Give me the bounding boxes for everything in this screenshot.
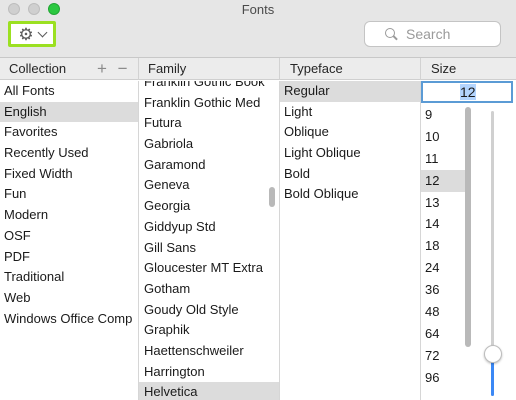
size-option[interactable]: 11 [421,148,471,170]
window-title: Fonts [241,2,275,17]
typeface-item[interactable]: Light [280,102,420,123]
collection-item[interactable]: OSF [0,226,138,247]
title-bar: Fonts ⚙ Search [0,0,516,58]
collection-item[interactable]: Traditional [0,267,138,288]
family-list[interactable]: Franklin Gothic Book Franklin Gothic Med F… [139,81,280,400]
family-item[interactable]: Gill Sans [139,238,279,259]
family-header: Family [139,58,280,80]
size-option[interactable]: 64 [421,323,471,345]
add-remove-collection-buttons[interactable]: + − [97,58,131,80]
collection-item[interactable]: Web [0,288,138,309]
size-header: Size [431,61,457,76]
collection-header: Collection + − [0,58,139,80]
typeface-item[interactable]: Regular [280,81,420,102]
family-item[interactable]: Gabriola [139,134,279,155]
size-input[interactable]: 12 [421,81,513,103]
chevron-down-icon [37,27,48,37]
size-option[interactable]: 14 [421,213,471,235]
typeface-item[interactable]: Bold Oblique [280,184,420,205]
collection-item[interactable]: Fixed Width [0,164,138,185]
size-option[interactable]: 36 [421,279,471,301]
typeface-item[interactable]: Bold [280,164,420,185]
family-item[interactable]: Helvetica [139,382,279,400]
family-item[interactable]: Goudy Old Style [139,300,279,321]
size-panel: 12 9 10 11 12 13 14 18 24 36 48 64 72 96 [421,81,516,400]
size-option[interactable]: 72 [421,345,471,367]
size-option[interactable]: 9 [421,104,471,126]
typeface-list[interactable]: Regular Light Oblique Light Oblique Bold Bold… [280,81,421,400]
search-field[interactable]: Search [364,21,501,47]
size-option[interactable]: 13 [421,192,471,214]
collection-item[interactable]: Modern [0,205,138,226]
family-item[interactable]: Haettenschweiler [139,341,279,362]
typeface-header: Typeface [280,58,421,80]
collection-item[interactable]: Recently Used [0,143,138,164]
family-item[interactable]: Geneva [139,175,279,196]
collection-item[interactable]: Favorites [0,122,138,143]
search-icon [385,27,398,41]
family-item[interactable]: Graphik [139,320,279,341]
gear-icon: ⚙ [18,24,34,44]
collection-item[interactable]: All Fonts [0,81,138,102]
family-item[interactable]: Georgia [139,196,279,217]
action-menu-button[interactable]: ⚙ [8,21,56,47]
family-item[interactable]: Futura [139,113,279,134]
size-option[interactable]: 12 [421,169,471,192]
family-item[interactable]: Harrington [139,362,279,383]
size-list[interactable]: 9 10 11 12 13 14 18 24 36 48 64 72 96 [421,104,471,391]
size-scrollbar[interactable] [465,107,471,347]
size-option[interactable]: 18 [421,235,471,257]
typeface-item[interactable]: Light Oblique [280,143,420,164]
column-headers: Collection + − Family Typeface Size [0,58,516,80]
size-slider-knob[interactable] [484,345,502,363]
collection-item[interactable]: Fun [0,184,138,205]
family-item[interactable]: Franklin Gothic Med [139,93,279,114]
size-option[interactable]: 24 [421,257,471,279]
search-placeholder: Search [406,26,451,42]
collection-item[interactable]: PDF [0,247,138,268]
collection-item[interactable]: Windows Office Comp [0,309,138,330]
size-option[interactable]: 48 [421,301,471,323]
typeface-item[interactable]: Oblique [280,122,420,143]
size-option[interactable]: 96 [421,367,471,389]
size-option[interactable]: 10 [421,126,471,148]
collection-item[interactable]: English [0,101,138,123]
family-item[interactable]: Franklin Gothic Book [139,81,279,93]
family-item[interactable]: Giddyup Std [139,217,279,238]
collection-list[interactable]: All Fonts English Favorites Recently Used Fi… [0,81,139,400]
family-item[interactable]: Garamond [139,155,279,176]
family-item[interactable]: Gotham [139,279,279,300]
family-item[interactable]: Gloucester MT Extra [139,258,279,279]
family-scrollbar[interactable] [269,187,275,207]
